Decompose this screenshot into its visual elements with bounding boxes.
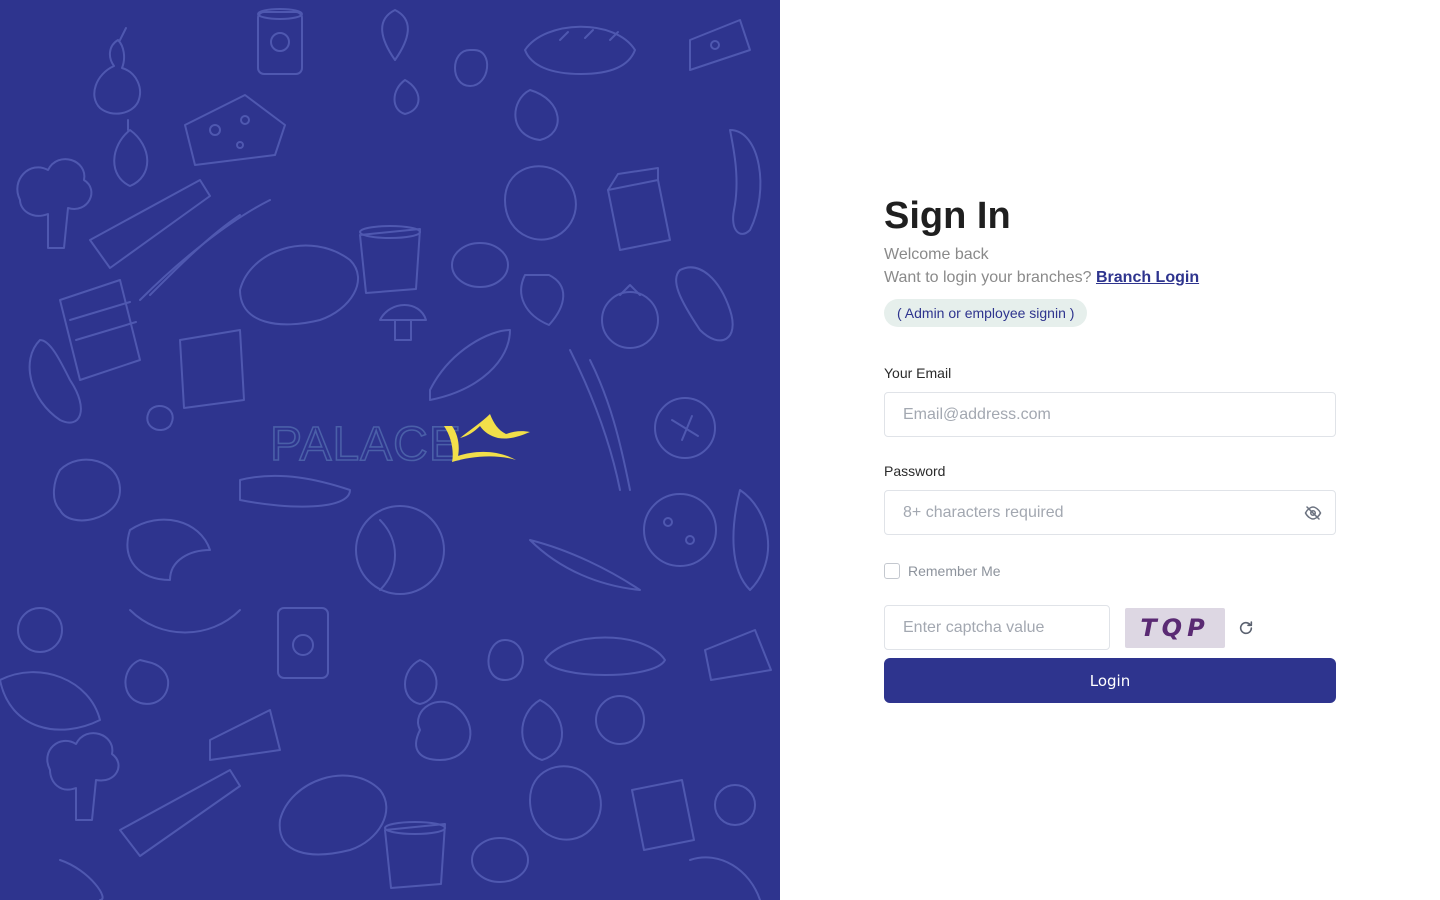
remember-me-row: Remember Me xyxy=(884,562,1336,580)
password-label: Password xyxy=(884,463,946,479)
remember-me-checkbox[interactable] xyxy=(884,563,900,579)
captcha-row: TQP xyxy=(884,605,1336,650)
password-field[interactable] xyxy=(884,490,1336,535)
refresh-icon[interactable] xyxy=(1238,620,1254,636)
captcha-image: TQP xyxy=(1125,607,1225,648)
login-button[interactable]: Login xyxy=(884,658,1336,703)
role-badge: ( Admin or employee signin ) xyxy=(884,299,1088,327)
branch-prompt-text: Want to login your branches? xyxy=(884,269,1092,286)
sign-in-panel: Sign In Welcome back Want to login your … xyxy=(780,0,1440,900)
email-field[interactable] xyxy=(884,392,1336,437)
password-field-wrap xyxy=(884,490,1336,535)
eye-off-icon[interactable] xyxy=(1304,504,1322,522)
email-field-wrap xyxy=(884,392,1336,437)
palace-logo: PALACE xyxy=(269,414,530,472)
brand-panel: PALACE xyxy=(0,0,780,900)
welcome-text: Welcome back xyxy=(884,246,989,263)
logo-crown-left xyxy=(444,426,516,462)
logo-wordmark: PALACE xyxy=(270,418,462,471)
sign-in-page: PALACE Sign In Welcome back Want to logi… xyxy=(0,0,1440,900)
email-label: Your Email xyxy=(884,365,952,381)
branch-prompt-line: Want to login your branches? Branch Logi… xyxy=(884,266,1336,290)
branch-login-link[interactable]: Branch Login xyxy=(1096,269,1199,286)
page-title: Sign In xyxy=(884,195,1011,237)
captcha-input[interactable] xyxy=(884,605,1110,650)
sign-in-form: Sign In Welcome back Want to login your … xyxy=(884,194,1336,703)
logo-crown-right xyxy=(460,414,530,439)
remember-me-label: Remember Me xyxy=(908,563,1001,579)
